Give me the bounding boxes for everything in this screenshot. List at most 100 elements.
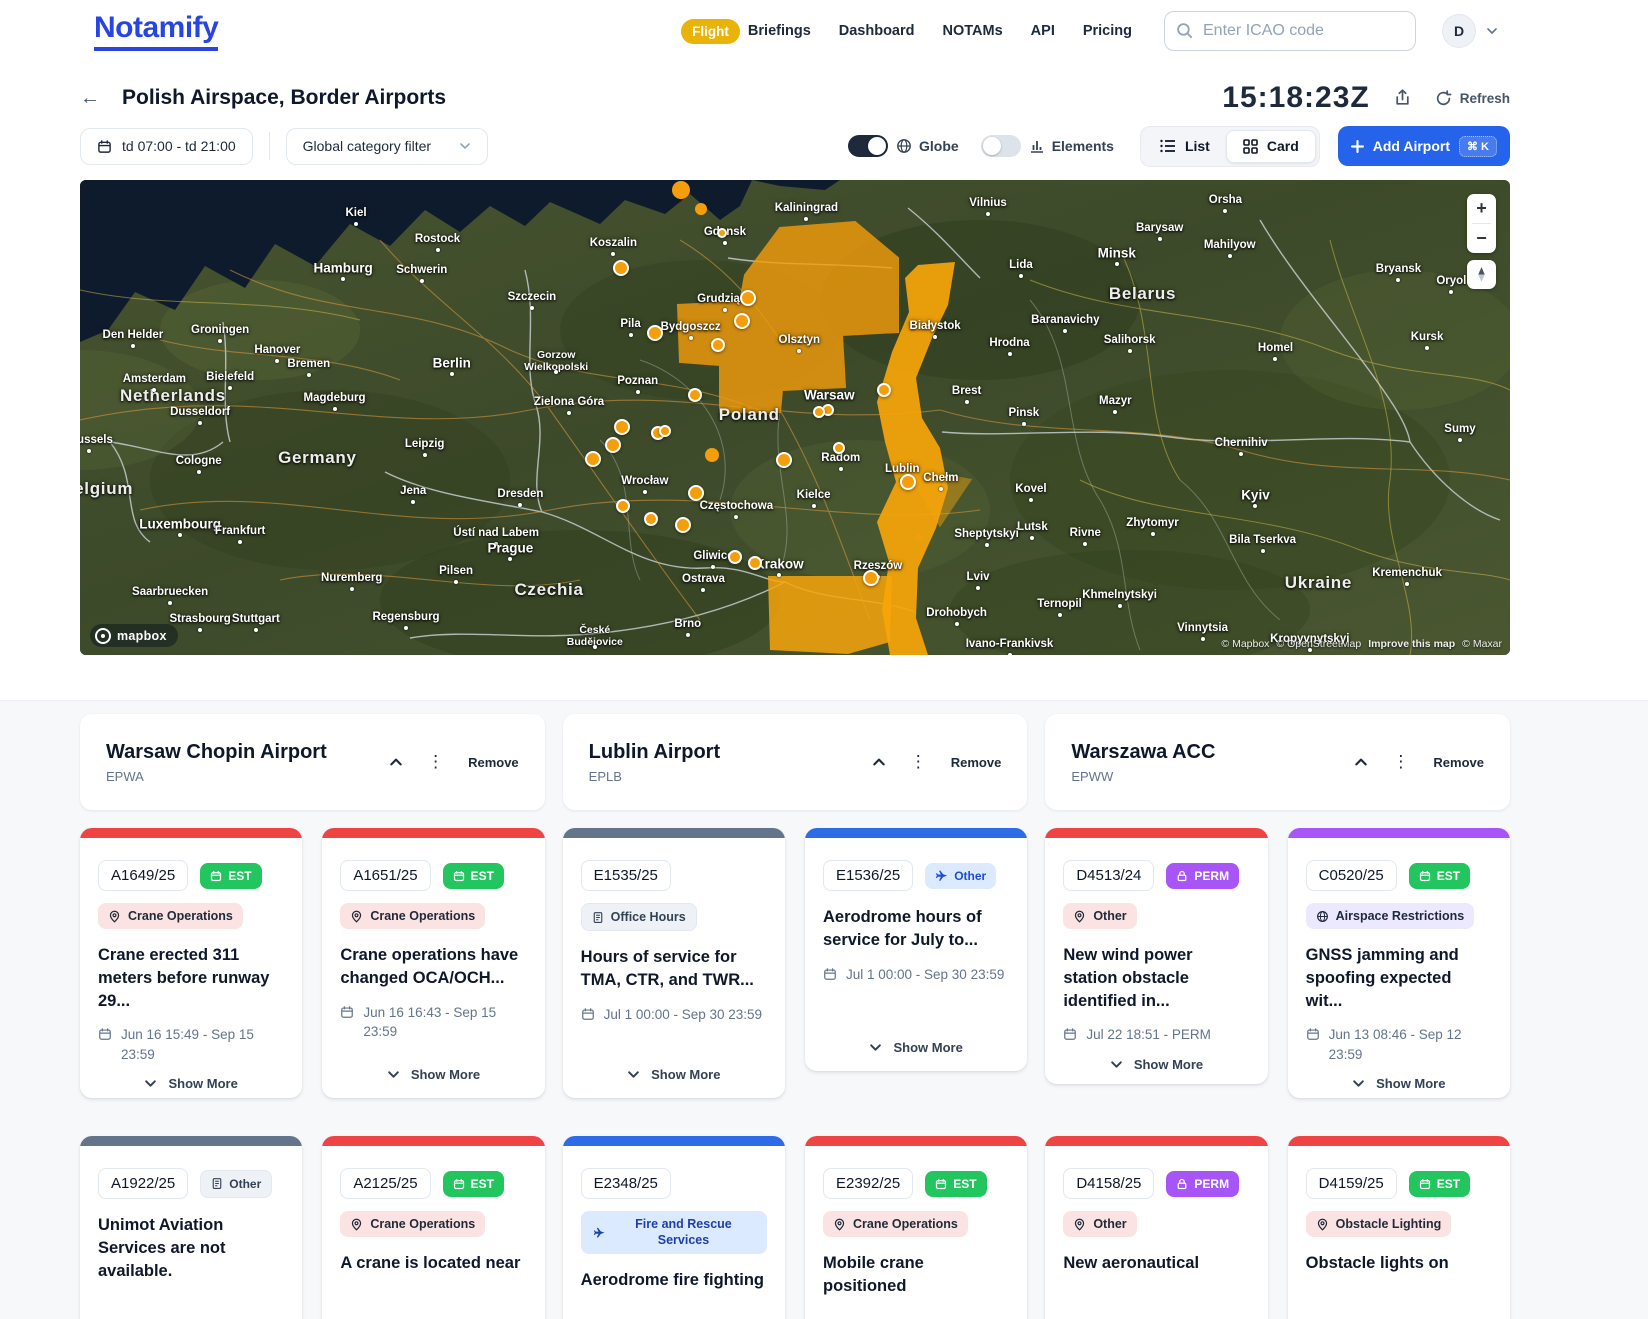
nav-item-api[interactable]: API (1031, 23, 1055, 39)
compass-button[interactable] (1467, 260, 1496, 289)
calendar-icon (1419, 1178, 1431, 1190)
nav-item-dashboard[interactable]: Dashboard (839, 23, 915, 39)
zoom-in-button[interactable]: + (1467, 194, 1496, 223)
elements-toggle[interactable]: Elements (981, 135, 1114, 157)
collapse-button[interactable] (389, 755, 403, 769)
nav-item-briefings[interactable]: Briefings (748, 23, 811, 39)
remove-airport-button[interactable]: Remove (951, 755, 1002, 770)
notam-map-marker[interactable] (688, 485, 704, 501)
notam-map-marker[interactable] (728, 550, 742, 564)
notam-badge-est: EST (443, 1171, 504, 1197)
notam-card[interactable]: D4513/24PERMOtherNew wind power station … (1045, 828, 1267, 1084)
notam-card[interactable]: C0520/25ESTAirspace RestrictionsGNSS jam… (1288, 828, 1510, 1098)
notam-card[interactable]: D4158/25PERMOtherNew aeronautical (1045, 1136, 1267, 1319)
app-logo[interactable]: Notamify (94, 11, 218, 51)
notam-map-marker[interactable] (740, 290, 756, 306)
more-options-button[interactable]: ⋮ (427, 752, 444, 772)
card-view-button[interactable]: Card (1226, 130, 1316, 163)
show-more-button[interactable]: Show More (98, 1064, 284, 1091)
attr-maxar[interactable]: © Maxar (1462, 638, 1502, 650)
remove-airport-button[interactable]: Remove (1433, 755, 1484, 770)
collapse-button[interactable] (1354, 755, 1368, 769)
globe-switch[interactable] (848, 135, 888, 157)
calendar-icon (453, 1178, 465, 1190)
elements-switch[interactable] (981, 135, 1021, 157)
remove-airport-button[interactable]: Remove (468, 755, 519, 770)
date-range-filter[interactable]: td 07:00 - td 21:00 (80, 128, 253, 165)
notam-map-marker[interactable] (717, 228, 727, 238)
refresh-button[interactable]: Refresh (1435, 90, 1510, 107)
nav-item-notams[interactable]: NOTAMs (943, 23, 1003, 39)
attr-improve[interactable]: Improve this map (1368, 638, 1455, 650)
map[interactable]: NetherlandsGermanyPolandBelarusCzechiaUk… (80, 180, 1510, 655)
map-city-label: Amsterdam (123, 373, 186, 385)
nav-flight-badge[interactable]: Flight (681, 19, 740, 44)
notam-map-marker[interactable] (675, 517, 691, 533)
show-more-button[interactable]: Show More (823, 1028, 1009, 1055)
nav-item-pricing[interactable]: Pricing (1083, 23, 1132, 39)
share-button[interactable] (1394, 89, 1411, 107)
notam-map-marker[interactable] (614, 419, 630, 435)
notam-map-marker[interactable] (776, 452, 792, 468)
notam-card[interactable]: A1649/25ESTCrane OperationsCrane erected… (80, 828, 302, 1098)
show-more-button[interactable]: Show More (1063, 1045, 1249, 1072)
severity-bar (1288, 1136, 1510, 1146)
zoom-out-button[interactable]: − (1467, 224, 1496, 253)
notam-card[interactable]: E2348/25Fire and Rescue ServicesAerodrom… (563, 1136, 785, 1319)
search-input[interactable] (1164, 11, 1416, 51)
add-airport-button[interactable]: Add Airport ⌘ K (1338, 126, 1510, 166)
notam-card[interactable]: E1536/25OtherAerodrome hours of service … (805, 828, 1027, 1071)
map-city-label: Sumy (1444, 423, 1475, 435)
show-more-button[interactable]: Show More (340, 1055, 526, 1082)
airport-header-card: Lublin AirportEPLB⋮Remove (563, 714, 1028, 810)
attr-mapbox[interactable]: © Mapbox (1221, 638, 1269, 650)
notam-map-marker[interactable] (688, 388, 702, 402)
notam-card[interactable]: E1535/25Office HoursHours of service for… (563, 828, 785, 1098)
list-view-button[interactable]: List (1144, 130, 1226, 163)
notam-badge-plane: Other (925, 863, 996, 889)
map-city-label: Gorzow Wielkopolski (515, 348, 597, 372)
notam-dates: Jun 16 15:49 - Sep 15 23:59 (98, 1025, 284, 1064)
notam-map-marker[interactable] (748, 556, 762, 570)
notam-map-marker[interactable] (813, 406, 825, 418)
notam-map-marker[interactable] (616, 499, 630, 513)
notam-map-marker[interactable] (647, 325, 663, 341)
back-button[interactable]: ← (80, 87, 100, 110)
show-more-button[interactable]: Show More (581, 1055, 767, 1082)
map-city-label: Lublin (885, 463, 920, 475)
grid-icon (1243, 139, 1258, 154)
notam-map-marker[interactable] (877, 383, 891, 397)
notam-card[interactable]: A2125/25ESTCrane OperationsA crane is lo… (322, 1136, 544, 1319)
map-city-dot (1113, 410, 1117, 414)
notam-map-marker[interactable] (916, 534, 922, 540)
notam-card[interactable]: A1922/25OtherUnimot Aviation Services ar… (80, 1136, 302, 1319)
notam-map-marker[interactable] (711, 338, 725, 352)
notam-map-marker[interactable] (695, 203, 707, 215)
show-more-button[interactable]: Show More (1306, 1064, 1492, 1091)
notam-card[interactable]: A1651/25ESTCrane OperationsCrane operati… (322, 828, 544, 1098)
avatar[interactable]: D (1442, 14, 1476, 48)
notam-map-marker[interactable] (734, 313, 750, 329)
globe-toggle[interactable]: Globe (848, 135, 959, 157)
notam-map-marker[interactable] (659, 425, 671, 437)
more-options-button[interactable]: ⋮ (910, 752, 927, 772)
notam-map-marker[interactable] (833, 442, 845, 454)
map-city-dot (939, 487, 943, 491)
user-menu[interactable]: D (1442, 14, 1498, 48)
notam-map-marker[interactable] (900, 474, 916, 490)
collapse-button[interactable] (872, 755, 886, 769)
attr-osm[interactable]: © OpenStreetMap (1276, 638, 1361, 650)
notam-map-marker[interactable] (644, 512, 658, 526)
notam-map-marker[interactable] (672, 181, 690, 199)
notam-map-marker[interactable] (863, 570, 879, 586)
notam-card[interactable]: D4159/25ESTObstacle LightingObstacle lig… (1288, 1136, 1510, 1319)
notam-map-marker[interactable] (613, 260, 629, 276)
map-city-dot (636, 390, 640, 394)
notam-map-marker[interactable] (605, 437, 621, 453)
notam-map-marker[interactable] (585, 451, 601, 467)
more-options-button[interactable]: ⋮ (1392, 752, 1409, 772)
notam-card[interactable]: E2392/25ESTCrane OperationsMobile crane … (805, 1136, 1027, 1319)
mapbox-logo[interactable]: mapbox (90, 624, 178, 647)
category-filter-dropdown[interactable]: Global category filter (286, 128, 488, 165)
notam-map-marker[interactable] (705, 448, 719, 462)
